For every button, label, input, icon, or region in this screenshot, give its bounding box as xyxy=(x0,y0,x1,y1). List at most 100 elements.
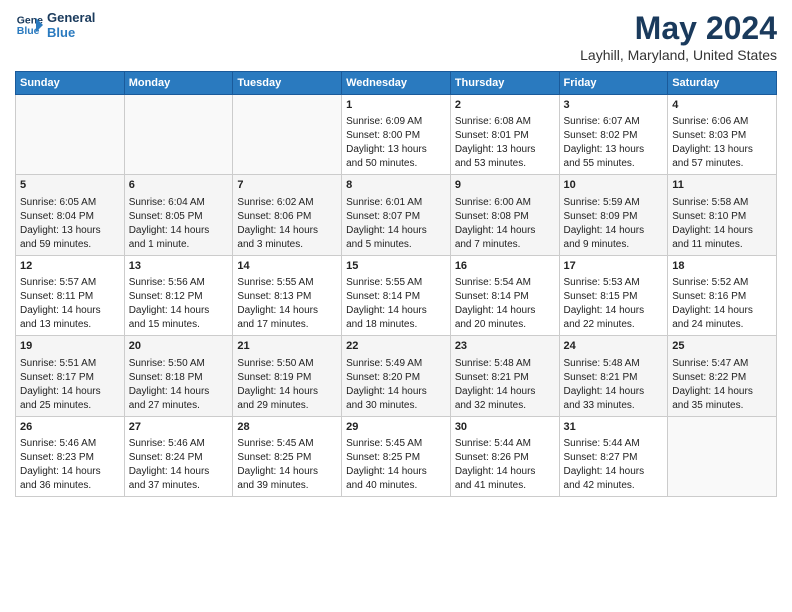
day-info: Sunrise: 5:44 AM Sunset: 8:27 PM Dayligh… xyxy=(564,437,664,493)
weekday-header-monday: Monday xyxy=(124,72,233,95)
calendar-cell: 28 Sunrise: 5:45 AM Sunset: 8:25 PM Dayli… xyxy=(233,416,342,496)
day-info: Sunrise: 5:48 AM Sunset: 8:21 PM Dayligh… xyxy=(455,357,555,413)
day-info: Sunrise: 5:46 AM Sunset: 8:24 PM Dayligh… xyxy=(129,437,229,493)
day-number: 22 xyxy=(346,339,446,354)
day-number: 12 xyxy=(20,259,120,274)
day-info: Sunrise: 5:47 AM Sunset: 8:22 PM Dayligh… xyxy=(672,357,772,413)
day-number: 26 xyxy=(20,420,120,435)
day-number: 5 xyxy=(20,178,120,193)
day-info: Sunrise: 6:00 AM Sunset: 8:08 PM Dayligh… xyxy=(455,196,555,252)
subtitle: Layhill, Maryland, United States xyxy=(580,47,777,63)
day-number: 17 xyxy=(564,259,664,274)
calendar-cell: 30 Sunrise: 5:44 AM Sunset: 8:26 PM Dayli… xyxy=(450,416,559,496)
calendar-week-5: 26Sunrise: 5:46 AM Sunset: 8:23 PM Dayli… xyxy=(16,416,777,496)
day-info: Sunrise: 5:56 AM Sunset: 8:12 PM Dayligh… xyxy=(129,276,229,332)
page-header: General Blue General Blue May 2024 Layhi… xyxy=(15,10,777,63)
day-info: Sunrise: 5:53 AM Sunset: 8:15 PM Dayligh… xyxy=(564,276,664,332)
day-number: 28 xyxy=(237,420,337,435)
day-info: Sunrise: 5:48 AM Sunset: 8:21 PM Dayligh… xyxy=(564,357,664,413)
day-number: 20 xyxy=(129,339,229,354)
day-number: 31 xyxy=(564,420,664,435)
calendar-cell: 8 Sunrise: 6:01 AM Sunset: 8:07 PM Daylig… xyxy=(342,175,451,255)
calendar-cell: 13 Sunrise: 5:56 AM Sunset: 8:12 PM Dayli… xyxy=(124,255,233,335)
day-number: 8 xyxy=(346,178,446,193)
calendar-cell: 12Sunrise: 5:57 AM Sunset: 8:11 PM Dayli… xyxy=(16,255,125,335)
day-number: 13 xyxy=(129,259,229,274)
calendar-cell: 16 Sunrise: 5:54 AM Sunset: 8:14 PM Dayli… xyxy=(450,255,559,335)
calendar-cell: 15Sunrise: 5:55 AM Sunset: 8:14 PM Dayli… xyxy=(342,255,451,335)
main-title: May 2024 xyxy=(580,10,777,47)
weekday-header-saturday: Saturday xyxy=(668,72,777,95)
calendar-cell: 31 Sunrise: 5:44 AM Sunset: 8:27 PM Dayli… xyxy=(559,416,668,496)
calendar-week-1: 1Sunrise: 6:09 AM Sunset: 8:00 PM Daylig… xyxy=(16,95,777,175)
calendar-cell: 21 Sunrise: 5:50 AM Sunset: 8:19 PM Dayli… xyxy=(233,336,342,416)
calendar-week-4: 19 Sunrise: 5:51 AM Sunset: 8:17 PM Dayli… xyxy=(16,336,777,416)
day-info: Sunrise: 6:07 AM Sunset: 8:02 PM Dayligh… xyxy=(564,115,664,171)
calendar-cell xyxy=(124,95,233,175)
day-number: 1 xyxy=(346,98,446,113)
calendar-header: SundayMondayTuesdayWednesdayThursdayFrid… xyxy=(16,72,777,95)
calendar-cell xyxy=(233,95,342,175)
title-block: May 2024 Layhill, Maryland, United State… xyxy=(580,10,777,63)
calendar-cell: 10 Sunrise: 5:59 AM Sunset: 8:09 PM Dayli… xyxy=(559,175,668,255)
calendar-body: 1Sunrise: 6:09 AM Sunset: 8:00 PM Daylig… xyxy=(16,95,777,497)
weekday-header-thursday: Thursday xyxy=(450,72,559,95)
day-info: Sunrise: 5:54 AM Sunset: 8:14 PM Dayligh… xyxy=(455,276,555,332)
calendar-cell: 2 Sunrise: 6:08 AM Sunset: 8:01 PM Daylig… xyxy=(450,95,559,175)
calendar-cell: 23 Sunrise: 5:48 AM Sunset: 8:21 PM Dayli… xyxy=(450,336,559,416)
day-number: 24 xyxy=(564,339,664,354)
calendar-cell: 24 Sunrise: 5:48 AM Sunset: 8:21 PM Dayli… xyxy=(559,336,668,416)
day-info: Sunrise: 6:06 AM Sunset: 8:03 PM Dayligh… xyxy=(672,115,772,171)
day-info: Sunrise: 6:08 AM Sunset: 8:01 PM Dayligh… xyxy=(455,115,555,171)
day-number: 6 xyxy=(129,178,229,193)
calendar-cell: 19 Sunrise: 5:51 AM Sunset: 8:17 PM Dayli… xyxy=(16,336,125,416)
day-info: Sunrise: 6:01 AM Sunset: 8:07 PM Dayligh… xyxy=(346,196,446,252)
day-info: Sunrise: 5:50 AM Sunset: 8:19 PM Dayligh… xyxy=(237,357,337,413)
day-info: Sunrise: 5:50 AM Sunset: 8:18 PM Dayligh… xyxy=(129,357,229,413)
day-number: 11 xyxy=(672,178,772,193)
logo-icon: General Blue xyxy=(15,11,43,39)
day-number: 3 xyxy=(564,98,664,113)
calendar-cell: 26Sunrise: 5:46 AM Sunset: 8:23 PM Dayli… xyxy=(16,416,125,496)
day-number: 2 xyxy=(455,98,555,113)
weekday-header-friday: Friday xyxy=(559,72,668,95)
day-info: Sunrise: 5:59 AM Sunset: 8:09 PM Dayligh… xyxy=(564,196,664,252)
day-info: Sunrise: 5:49 AM Sunset: 8:20 PM Dayligh… xyxy=(346,357,446,413)
day-number: 30 xyxy=(455,420,555,435)
calendar-cell: 11 Sunrise: 5:58 AM Sunset: 8:10 PM Dayli… xyxy=(668,175,777,255)
calendar-cell: 5Sunrise: 6:05 AM Sunset: 8:04 PM Daylig… xyxy=(16,175,125,255)
day-number: 16 xyxy=(455,259,555,274)
calendar-cell: 3 Sunrise: 6:07 AM Sunset: 8:02 PM Daylig… xyxy=(559,95,668,175)
day-number: 29 xyxy=(346,420,446,435)
calendar-cell xyxy=(668,416,777,496)
calendar-cell: 14Sunrise: 5:55 AM Sunset: 8:13 PM Dayli… xyxy=(233,255,342,335)
day-info: Sunrise: 5:52 AM Sunset: 8:16 PM Dayligh… xyxy=(672,276,772,332)
weekday-header-row: SundayMondayTuesdayWednesdayThursdayFrid… xyxy=(16,72,777,95)
calendar-cell xyxy=(16,95,125,175)
day-number: 21 xyxy=(237,339,337,354)
day-number: 23 xyxy=(455,339,555,354)
day-number: 19 xyxy=(20,339,120,354)
calendar-cell: 4Sunrise: 6:06 AM Sunset: 8:03 PM Daylig… xyxy=(668,95,777,175)
calendar-cell: 1Sunrise: 6:09 AM Sunset: 8:00 PM Daylig… xyxy=(342,95,451,175)
calendar-cell: 20 Sunrise: 5:50 AM Sunset: 8:18 PM Dayli… xyxy=(124,336,233,416)
day-info: Sunrise: 6:04 AM Sunset: 8:05 PM Dayligh… xyxy=(129,196,229,252)
logo-text: General Blue xyxy=(47,10,95,40)
day-number: 7 xyxy=(237,178,337,193)
day-info: Sunrise: 5:58 AM Sunset: 8:10 PM Dayligh… xyxy=(672,196,772,252)
calendar-cell: 22 Sunrise: 5:49 AM Sunset: 8:20 PM Dayli… xyxy=(342,336,451,416)
day-info: Sunrise: 5:51 AM Sunset: 8:17 PM Dayligh… xyxy=(20,357,120,413)
calendar-cell: 18 Sunrise: 5:52 AM Sunset: 8:16 PM Dayli… xyxy=(668,255,777,335)
day-info: Sunrise: 5:45 AM Sunset: 8:25 PM Dayligh… xyxy=(346,437,446,493)
calendar-week-2: 5Sunrise: 6:05 AM Sunset: 8:04 PM Daylig… xyxy=(16,175,777,255)
weekday-header-tuesday: Tuesday xyxy=(233,72,342,95)
day-number: 18 xyxy=(672,259,772,274)
calendar-cell: 29 Sunrise: 5:45 AM Sunset: 8:25 PM Dayli… xyxy=(342,416,451,496)
weekday-header-sunday: Sunday xyxy=(16,72,125,95)
calendar-cell: 27Sunrise: 5:46 AM Sunset: 8:24 PM Dayli… xyxy=(124,416,233,496)
calendar-cell: 6 Sunrise: 6:04 AM Sunset: 8:05 PM Daylig… xyxy=(124,175,233,255)
logo: General Blue General Blue xyxy=(15,10,95,40)
day-number: 10 xyxy=(564,178,664,193)
day-info: Sunrise: 5:45 AM Sunset: 8:25 PM Dayligh… xyxy=(237,437,337,493)
day-info: Sunrise: 5:44 AM Sunset: 8:26 PM Dayligh… xyxy=(455,437,555,493)
